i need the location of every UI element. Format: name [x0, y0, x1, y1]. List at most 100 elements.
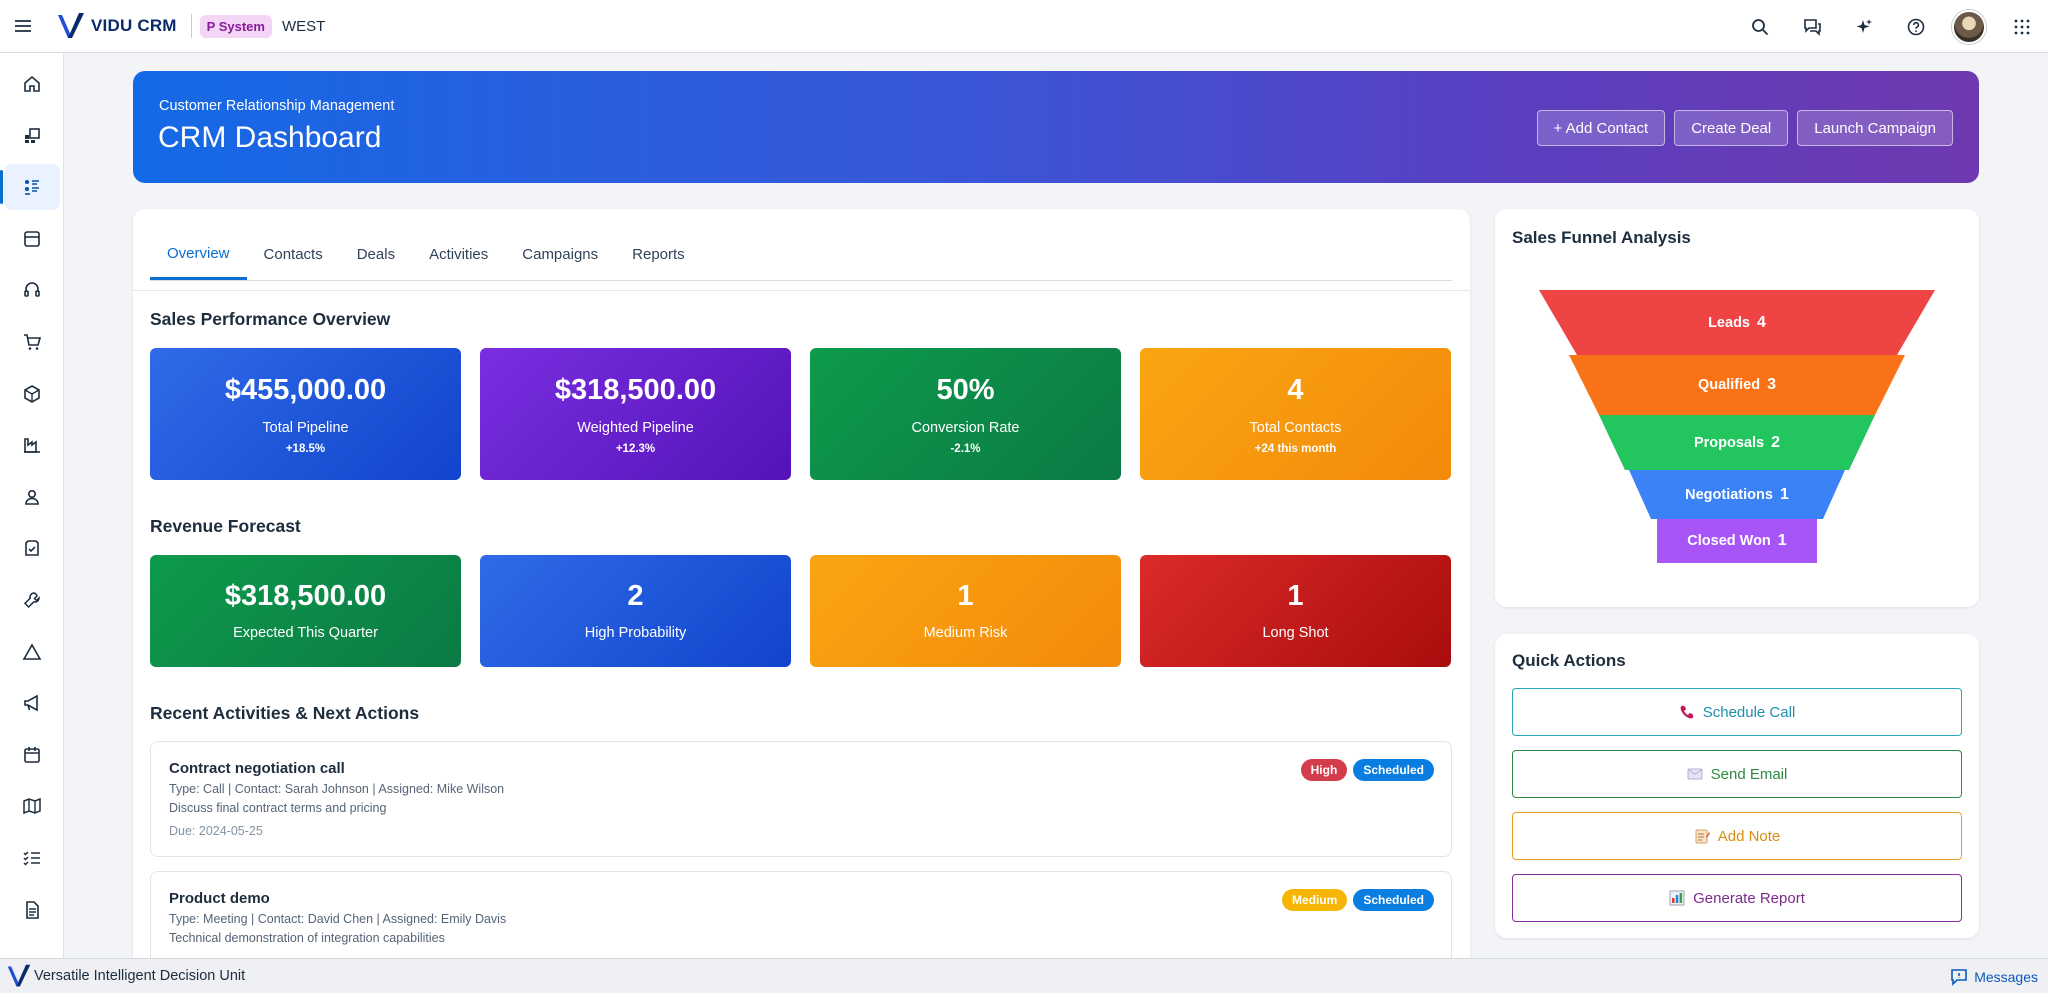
tab-bar: Overview Contacts Deals Activities Campa…: [150, 229, 1452, 281]
sidebar-item-people[interactable]: [4, 474, 60, 520]
sidebar-item-tasks[interactable]: [4, 525, 60, 571]
stat-label: Total Contacts: [1249, 420, 1342, 436]
sidebar-item-alerts[interactable]: [4, 629, 60, 675]
total-contacts-card[interactable]: 4 Total Contacts +24 this month: [1140, 348, 1451, 480]
funnel-stage-qualified[interactable]: Qualified 3: [1569, 355, 1905, 415]
sidebar-item-factory[interactable]: [4, 422, 60, 468]
send-email-label: Send Email: [1710, 765, 1788, 783]
activity-item[interactable]: Product demo Type: Meeting | Contact: Da…: [150, 871, 1452, 969]
apps-grid-icon[interactable]: [1996, 0, 2048, 53]
sidebar-item-home[interactable]: [4, 61, 60, 107]
funnel-stage-label: Closed Won: [1687, 533, 1771, 549]
create-deal-button[interactable]: Create Deal: [1674, 110, 1789, 146]
revenue-forecast-title: Revenue Forecast: [150, 516, 301, 536]
long-shot-card[interactable]: 1 Long Shot: [1140, 555, 1451, 667]
activity-item[interactable]: Contract negotiation call Type: Call | C…: [150, 741, 1452, 857]
sidebar-item-documents[interactable]: [4, 887, 60, 933]
page-title: CRM Dashboard: [158, 121, 382, 154]
generate-report-button[interactable]: Generate Report: [1512, 874, 1962, 922]
funnel-stage-negotiations[interactable]: Negotiations 1: [1629, 470, 1845, 519]
checklist-icon: [23, 851, 40, 866]
stat-change: +24 this month: [1254, 443, 1337, 455]
inbox-icon: [24, 230, 40, 247]
activity-description: Discuss final contract terms and pricing: [169, 801, 387, 815]
activity-description: Technical demonstration of integration c…: [169, 931, 445, 945]
stat-label: Expected This Quarter: [233, 625, 378, 641]
priority-badge: Medium: [1281, 889, 1348, 911]
headset-icon: [24, 282, 40, 298]
chat-icon[interactable]: [1786, 0, 1838, 53]
dashboard-icon: [25, 127, 40, 143]
menu-icon[interactable]: [0, 0, 46, 53]
funnel-stage-leads[interactable]: Leads 4: [1539, 290, 1935, 355]
funnel-stage-label: Qualified: [1698, 377, 1761, 393]
top-bar: VIDU CRM P System WEST: [0, 0, 2048, 53]
tab-contacts[interactable]: Contacts: [247, 229, 340, 280]
bar-chart-icon: [1669, 890, 1685, 906]
sidebar-item-dashboard[interactable]: [4, 113, 60, 159]
stat-value: 4: [1287, 374, 1304, 406]
funnel-stage-closed-won[interactable]: Closed Won 1: [1657, 519, 1817, 563]
stat-value: 50%: [936, 374, 995, 406]
header-divider: [190, 14, 192, 38]
cart-icon: [24, 334, 42, 350]
stat-label: Conversion Rate: [911, 420, 1020, 436]
expected-quarter-card[interactable]: $318,500.00 Expected This Quarter: [150, 555, 461, 667]
send-email-button[interactable]: Send Email: [1512, 750, 1962, 798]
user-avatar[interactable]: [1952, 9, 1986, 44]
email-icon: [1687, 768, 1703, 780]
brand[interactable]: VIDU CRM: [56, 11, 177, 41]
sidebar-item-crm[interactable]: [0, 164, 60, 211]
region-label: WEST: [281, 17, 326, 35]
add-contact-button[interactable]: + Add Contact: [1536, 110, 1666, 146]
add-note-label: Add Note: [1717, 827, 1781, 845]
tab-reports[interactable]: Reports: [615, 229, 702, 280]
medium-risk-card[interactable]: 1 Medium Risk: [810, 555, 1121, 667]
brand-name: VIDU CRM: [91, 16, 177, 35]
top-actions: [1734, 0, 2048, 53]
sidebar-item-checklist[interactable]: [4, 835, 60, 881]
sidebar-item-map[interactable]: [4, 783, 60, 829]
stat-change: +12.3%: [615, 443, 656, 455]
high-probability-card[interactable]: 2 High Probability: [480, 555, 791, 667]
launch-campaign-button[interactable]: Launch Campaign: [1797, 110, 1953, 146]
overview-panel: Overview Contacts Deals Activities Campa…: [133, 209, 1470, 969]
messages-link[interactable]: Messages: [1950, 959, 2038, 993]
add-note-button[interactable]: Add Note: [1512, 812, 1962, 860]
sidebar-item-sales[interactable]: [4, 319, 60, 365]
generate-report-label: Generate Report: [1693, 889, 1805, 907]
funnel-stage-count: 2: [1771, 433, 1780, 451]
sidebar-item-inbox[interactable]: [4, 216, 60, 262]
sidebar-item-products[interactable]: [4, 371, 60, 417]
conversion-rate-card[interactable]: 50% Conversion Rate -2.1%: [810, 348, 1121, 480]
funnel-stage-label: Proposals: [1693, 434, 1765, 451]
help-icon[interactable]: [1890, 0, 1942, 53]
tab-activities[interactable]: Activities: [412, 229, 505, 280]
schedule-call-button[interactable]: Schedule Call: [1512, 688, 1962, 736]
stat-value: $318,500.00: [554, 374, 717, 406]
wrench-icon: [23, 592, 40, 608]
sidebar-item-tools[interactable]: [4, 577, 60, 623]
vidu-logo-icon: [7, 964, 31, 987]
footer-bar: Versatile Intelligent Decision Unit Mess…: [0, 958, 2048, 993]
tab-overview[interactable]: Overview: [150, 229, 247, 280]
sidebar-item-campaigns[interactable]: [4, 680, 60, 726]
sales-funnel: Leads 4 Qualified 3 Proposals 2 Negotiation…: [1495, 209, 1979, 607]
sidebar-item-support[interactable]: [4, 267, 60, 313]
messages-label: Messages: [1974, 968, 2038, 985]
megaphone-icon: [24, 694, 38, 712]
total-pipeline-card[interactable]: $455,000.00 Total Pipeline +18.5%: [150, 348, 461, 480]
ai-sparkle-icon[interactable]: [1838, 0, 1890, 53]
triangle-icon: [22, 642, 42, 660]
sidebar: [0, 53, 64, 958]
tab-campaigns[interactable]: Campaigns: [505, 229, 615, 280]
activity-due-date: Due: 2024-05-25: [169, 824, 263, 838]
sidebar-item-calendar[interactable]: [4, 732, 60, 778]
footer-tagline: Versatile Intelligent Decision Unit: [34, 968, 246, 984]
search-icon[interactable]: [1734, 0, 1786, 53]
funnel-stage-proposals[interactable]: Proposals 2: [1599, 415, 1875, 470]
activity-meta: Type: Call | Contact: Sarah Johnson | As…: [169, 782, 505, 796]
stat-label: Medium Risk: [923, 625, 1008, 641]
tab-deals[interactable]: Deals: [340, 229, 412, 280]
weighted-pipeline-card[interactable]: $318,500.00 Weighted Pipeline +12.3%: [480, 348, 791, 480]
